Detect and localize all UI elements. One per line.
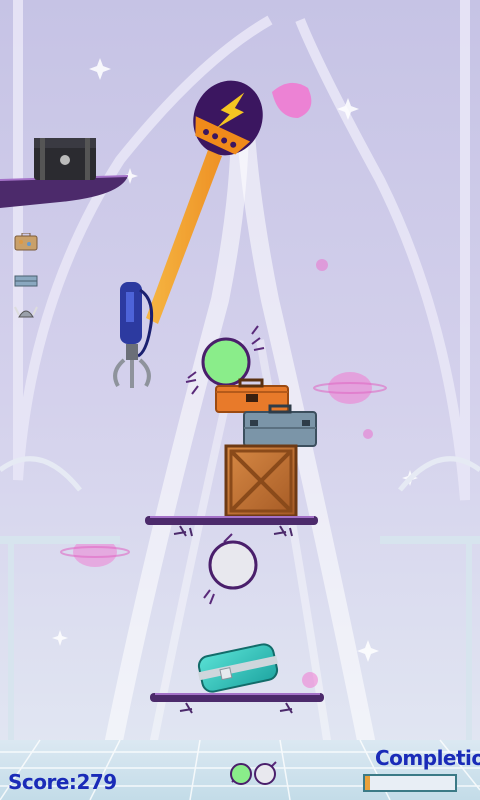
black-chest — [34, 138, 96, 180]
remaining-orbs — [230, 761, 277, 785]
score-label: Score: — [8, 770, 77, 794]
green-orb-icon — [230, 763, 252, 785]
viking-helmet-icon[interactable] — [14, 303, 38, 321]
briefcase-icon[interactable] — [14, 272, 38, 287]
suitcase-icon[interactable] — [14, 232, 38, 251]
game-scene — [0, 0, 480, 800]
game-stage[interactable]: Score:279 Completion — [0, 0, 480, 800]
score-value: 279 — [76, 770, 117, 794]
completion-progress-bar — [363, 774, 457, 792]
white-orb-icon — [254, 763, 276, 785]
completion-progress-fill — [365, 776, 370, 790]
wooden-crate — [224, 444, 298, 518]
gray-briefcase — [243, 404, 317, 447]
completion-label: Completion — [375, 746, 480, 770]
score-display: Score:279 — [8, 770, 117, 794]
